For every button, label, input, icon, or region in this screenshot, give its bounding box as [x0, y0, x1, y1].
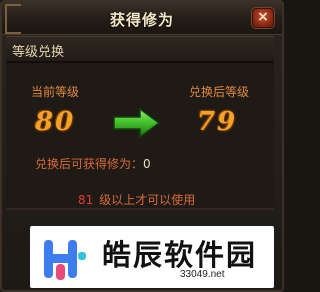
- content-divider: [6, 208, 274, 210]
- section-header: 等级兑换: [6, 36, 274, 62]
- dialog-title: 获得修为: [109, 11, 174, 29]
- watermark-url: 33049.net: [180, 269, 225, 280]
- gain-value: 0: [143, 157, 151, 171]
- watermark-text: 皓辰软件园: [102, 238, 258, 272]
- right-arrow-icon: [113, 107, 161, 139]
- gain-row: 兑换后可获得修为：0: [35, 155, 151, 172]
- current-level-label: 当前等级: [31, 85, 80, 99]
- close-icon: ×: [257, 9, 269, 25]
- close-button[interactable]: ×: [252, 8, 274, 28]
- watermark: 皓辰软件园 33049.net: [30, 226, 274, 288]
- after-level-label: 兑换后等级: [189, 85, 250, 99]
- watermark-logo-icon: [44, 240, 86, 280]
- section-title: 等级兑换: [12, 45, 65, 60]
- after-level-value: 79: [197, 107, 238, 137]
- requirement-note: 81 级以上才可以使用: [78, 191, 195, 208]
- current-level-value: 80: [35, 107, 76, 137]
- gain-label: 兑换后可获得修为：: [35, 157, 144, 171]
- required-level: 81: [78, 193, 94, 207]
- requirement-text: 级以上才可以使用: [99, 193, 196, 207]
- dialog-titlebar: 获得修为 ×: [2, 2, 282, 35]
